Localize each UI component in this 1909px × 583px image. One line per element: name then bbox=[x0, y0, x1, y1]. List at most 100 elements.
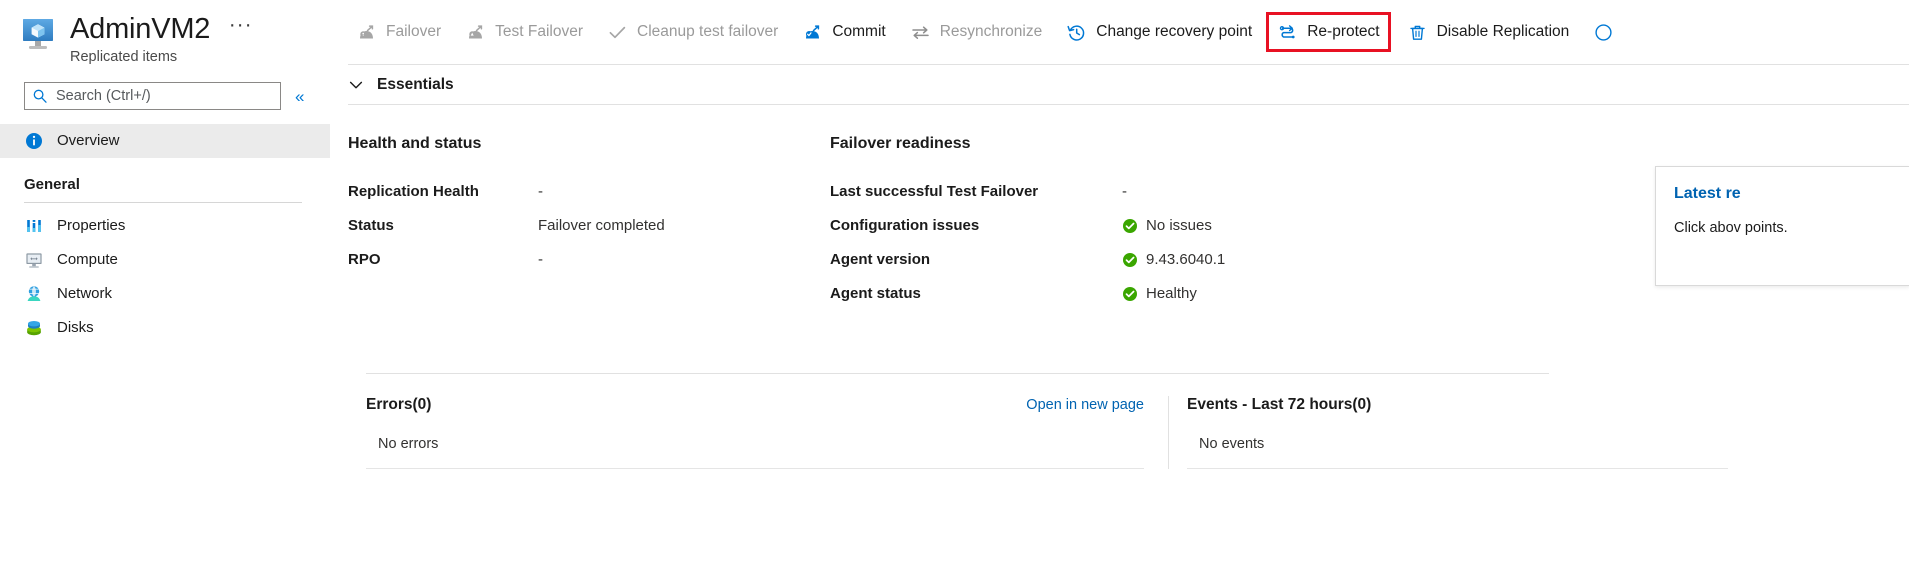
more-commands-button[interactable] bbox=[1583, 14, 1633, 50]
resource-subtitle: Replicated items bbox=[70, 48, 253, 66]
main-content: Failover Test Failover bbox=[330, 0, 1909, 583]
field-label: Agent status bbox=[830, 285, 1122, 302]
field-value: - bbox=[538, 183, 543, 200]
resource-header: AdminVM2 ··· Replicated items bbox=[0, 0, 330, 66]
command-label: Test Failover bbox=[495, 22, 583, 42]
sidebar-item-compute[interactable]: Compute bbox=[0, 243, 330, 277]
page-title: AdminVM2 bbox=[70, 12, 210, 46]
field-value: Healthy bbox=[1146, 285, 1197, 302]
network-icon bbox=[24, 284, 44, 304]
field-agent-status: Agent status Healthy bbox=[830, 285, 1470, 302]
section-title: Failover readiness bbox=[830, 135, 1470, 153]
sidebar-item-disks[interactable]: Disks bbox=[0, 311, 330, 345]
callout-title: Latest re bbox=[1674, 185, 1894, 203]
essentials-content: Health and status Replication Health - S… bbox=[330, 105, 1909, 469]
virtual-machine-icon bbox=[20, 16, 60, 56]
field-last-successful-test-failover: Last successful Test Failover - bbox=[830, 183, 1470, 200]
field-label: Last successful Test Failover bbox=[830, 183, 1122, 200]
field-rpo: RPO - bbox=[348, 251, 830, 268]
errors-panel-divider bbox=[366, 468, 1144, 469]
sidebar-item-overview[interactable]: Overview bbox=[0, 124, 330, 158]
cleanup-test-failover-button[interactable]: Cleanup test failover bbox=[597, 14, 788, 50]
errors-panel: Errors(0) Open in new page No errors bbox=[366, 396, 1168, 469]
success-check-icon bbox=[1122, 286, 1138, 302]
sidebar-item-network[interactable]: Network bbox=[0, 277, 330, 311]
command-label: Commit bbox=[832, 22, 885, 42]
errors-panel-body: No errors bbox=[366, 436, 1144, 452]
essentials-toggle[interactable]: Essentials bbox=[330, 65, 1909, 104]
section-title: Health and status bbox=[348, 135, 830, 153]
re-protect-button[interactable]: Re-protect bbox=[1266, 12, 1390, 52]
more-options-button[interactable]: ··· bbox=[229, 13, 253, 37]
change-recovery-point-icon bbox=[1066, 22, 1087, 43]
open-in-new-page-link[interactable]: Open in new page bbox=[1026, 397, 1144, 413]
chevron-down-icon bbox=[1593, 22, 1614, 43]
field-label: Status bbox=[348, 217, 538, 234]
search-row: « bbox=[24, 82, 330, 110]
test-failover-icon bbox=[465, 22, 486, 43]
failover-readiness-section: Failover readiness Last successful Test … bbox=[830, 135, 1470, 319]
field-value: 9.43.6040.1 bbox=[1146, 251, 1225, 268]
sidebar-divider bbox=[24, 202, 302, 203]
field-label: RPO bbox=[348, 251, 538, 268]
resource-sidebar: AdminVM2 ··· Replicated items « bbox=[0, 0, 330, 583]
field-value: Failover completed bbox=[538, 217, 665, 234]
command-label: Re-protect bbox=[1307, 22, 1379, 42]
command-label: Cleanup test failover bbox=[637, 22, 778, 42]
sidebar-group-general: General bbox=[0, 176, 330, 193]
failover-button[interactable]: Failover bbox=[346, 14, 451, 50]
field-status: Status Failover completed bbox=[348, 217, 830, 234]
command-bar: Failover Test Failover bbox=[330, 0, 1909, 64]
field-value: - bbox=[1122, 183, 1127, 200]
resynchronize-icon bbox=[910, 22, 931, 43]
collapse-sidebar-button[interactable]: « bbox=[295, 88, 304, 105]
callout-text: Click abov points. bbox=[1674, 217, 1894, 239]
commit-icon bbox=[802, 22, 823, 43]
failover-icon bbox=[356, 22, 377, 43]
sidebar-item-label: Properties bbox=[57, 216, 125, 236]
success-check-icon bbox=[1122, 252, 1138, 268]
events-panel-title: Events - Last 72 hours(0) bbox=[1187, 396, 1728, 414]
trash-icon bbox=[1407, 22, 1428, 43]
events-panel-body: No events bbox=[1187, 436, 1728, 452]
field-value: No issues bbox=[1146, 217, 1212, 234]
disks-icon bbox=[24, 318, 44, 338]
field-agent-version: Agent version 9.43.6040.1 bbox=[830, 251, 1470, 268]
events-panel-divider bbox=[1187, 468, 1728, 469]
properties-icon bbox=[24, 216, 44, 236]
search-input[interactable] bbox=[54, 84, 273, 108]
sidebar-item-label: Disks bbox=[57, 318, 94, 338]
field-label: Replication Health bbox=[348, 183, 538, 200]
sidebar-item-label: Overview bbox=[57, 131, 120, 151]
sidebar-nav: Overview General Properties bbox=[0, 124, 330, 345]
field-replication-health: Replication Health - bbox=[348, 183, 830, 200]
disable-replication-button[interactable]: Disable Replication bbox=[1397, 14, 1580, 50]
latest-recovery-points-callout: Latest re Click abov points. bbox=[1655, 166, 1909, 286]
chevron-down-icon bbox=[348, 77, 364, 93]
command-label: Change recovery point bbox=[1096, 22, 1252, 42]
field-label: Configuration issues bbox=[830, 217, 1122, 234]
field-configuration-issues: Configuration issues No issues bbox=[830, 217, 1470, 234]
command-label: Disable Replication bbox=[1437, 22, 1570, 42]
commit-button[interactable]: Commit bbox=[792, 14, 895, 50]
sidebar-item-label: Compute bbox=[57, 250, 118, 270]
change-recovery-point-button[interactable]: Change recovery point bbox=[1056, 14, 1262, 50]
sidebar-item-label: Network bbox=[57, 284, 112, 304]
search-box[interactable] bbox=[24, 82, 281, 110]
compute-icon bbox=[24, 250, 44, 270]
field-value: - bbox=[538, 251, 543, 268]
essentials-label: Essentials bbox=[377, 76, 454, 94]
health-and-status-section: Health and status Replication Health - S… bbox=[348, 135, 830, 319]
field-label: Agent version bbox=[830, 251, 1122, 268]
bottom-panels: Errors(0) Open in new page No errors Eve… bbox=[348, 374, 1909, 469]
resynchronize-button[interactable]: Resynchronize bbox=[900, 14, 1053, 50]
sidebar-item-properties[interactable]: Properties bbox=[0, 209, 330, 243]
success-check-icon bbox=[1122, 218, 1138, 234]
events-panel: Events - Last 72 hours(0) No events bbox=[1168, 396, 1728, 469]
search-icon bbox=[32, 88, 48, 104]
info-icon bbox=[24, 131, 44, 151]
test-failover-button[interactable]: Test Failover bbox=[455, 14, 593, 50]
checkmark-icon bbox=[607, 22, 628, 43]
command-label: Resynchronize bbox=[940, 22, 1043, 42]
command-label: Failover bbox=[386, 22, 441, 42]
